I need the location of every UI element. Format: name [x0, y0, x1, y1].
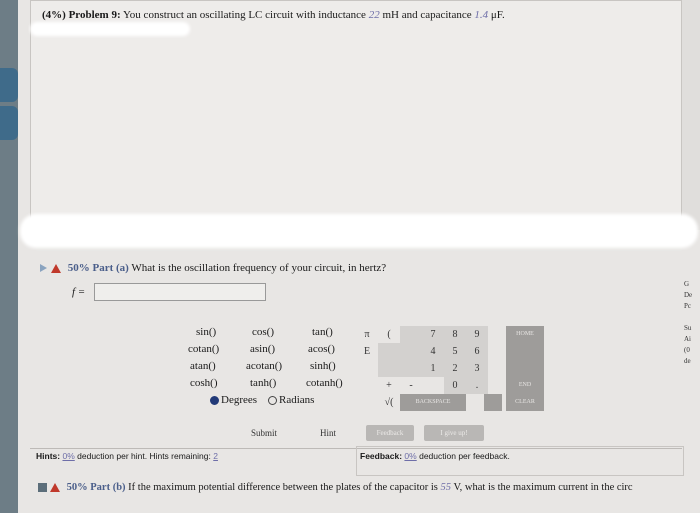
edge-tab [0, 68, 18, 102]
right-side-text: De [684, 291, 693, 299]
redaction [20, 214, 698, 248]
hints-text: deduction per hint. Hints remaining: [77, 451, 211, 461]
hints-info: Hints: 0% deduction per hint. Hints rema… [36, 451, 218, 461]
blank-key[interactable] [378, 360, 400, 377]
digit-1-key[interactable]: 1 [422, 360, 444, 377]
backspace-key[interactable]: BACKSPACE [400, 394, 466, 411]
radians-option[interactable]: Radians [268, 394, 314, 406]
minus-key[interactable]: - [400, 377, 422, 394]
right-side-panel: G De Pc Su Ai (0 de [684, 280, 700, 368]
feedback-percent[interactable]: 0% [404, 451, 416, 461]
answer-label: f = [72, 286, 86, 298]
part-a-question: What is the oscillation frequency of you… [131, 262, 387, 274]
digit-6-key[interactable]: 6 [466, 343, 488, 360]
part-a-percent: 50% Part (a) [67, 262, 129, 274]
edge-tab [0, 106, 18, 140]
radians-label: Radians [279, 394, 315, 406]
sinh-button[interactable]: sinh() [310, 360, 336, 372]
degrees-label: Degrees [221, 394, 258, 406]
feedback-button[interactable]: Feedback [366, 425, 414, 441]
problem-statement: (4%) Problem 9: You construct an oscilla… [42, 9, 505, 21]
blank-key[interactable] [506, 360, 544, 377]
radio-checked-icon[interactable] [210, 395, 219, 405]
blank-key[interactable] [400, 343, 422, 360]
right-side-text: Ai [684, 335, 691, 343]
capacitance-value: 1.4 [474, 9, 489, 21]
calculator-keypad: sin() cos() tan() cotan() asin() acos() … [188, 322, 544, 440]
digit-8-key[interactable]: 8 [444, 326, 466, 343]
redaction [30, 22, 190, 36]
problem-text-2: mH and capacitance [382, 9, 472, 21]
blank-key[interactable] [400, 360, 422, 377]
hints-label: Hints: [36, 451, 61, 461]
e-key[interactable]: E [356, 343, 378, 360]
blank-key[interactable] [484, 394, 502, 411]
part-b-text-2: V, what is the maximum current in the ci… [453, 482, 633, 493]
right-side-text: Pc [684, 302, 691, 310]
cotan-button[interactable]: cotan() [188, 343, 219, 355]
part-a-header: 50% Part (a) What is the oscillation fre… [40, 262, 386, 274]
feedback-info: Feedback: 0% deduction per feedback. [360, 451, 510, 461]
problem-number: (4%) Problem 9: [42, 9, 121, 21]
play-icon[interactable] [40, 264, 47, 273]
acotan-button[interactable]: acotan() [246, 360, 282, 372]
pi-key[interactable]: π [356, 326, 378, 343]
voltage-value: 55 [440, 482, 452, 493]
warning-icon [51, 263, 61, 273]
part-b-percent: 50% Part (b) [66, 482, 126, 493]
checkbox-icon[interactable] [38, 483, 47, 493]
digit-3-key[interactable]: 3 [466, 360, 488, 377]
blank-key[interactable] [400, 326, 422, 343]
inductance-value: 22 [368, 9, 380, 21]
asin-button[interactable]: asin() [250, 343, 275, 355]
right-side-text: G [684, 280, 690, 288]
right-side-text: de [684, 357, 691, 365]
tanh-button[interactable]: tanh() [250, 377, 276, 389]
hints-percent[interactable]: 0% [62, 451, 74, 461]
open-paren-key[interactable]: ( [378, 326, 400, 343]
part-b-header[interactable]: 50% Part (b) If the maximum potential di… [38, 482, 633, 493]
cotanh-button[interactable]: cotanh() [306, 377, 343, 389]
hints-remaining[interactable]: 2 [213, 451, 218, 461]
right-side-text: (0 [684, 346, 690, 354]
digit-2-key[interactable]: 2 [444, 360, 466, 377]
tan-button[interactable]: tan() [312, 326, 333, 338]
clear-key[interactable]: CLEAR [506, 394, 544, 411]
home-key[interactable]: HOME [506, 326, 544, 343]
cosh-button[interactable]: cosh() [190, 377, 218, 389]
answer-input[interactable] [94, 283, 266, 301]
digit-9-key[interactable]: 9 [466, 326, 488, 343]
sqrt-key[interactable]: √( [378, 394, 400, 411]
digit-7-key[interactable]: 7 [422, 326, 444, 343]
degrees-option[interactable]: Degrees [210, 394, 257, 406]
capacitance-unit: μF. [490, 9, 505, 21]
blank-key[interactable] [378, 343, 400, 360]
right-side-text: Su [684, 324, 692, 332]
atan-button[interactable]: atan() [190, 360, 216, 372]
hint-button[interactable]: Hint [308, 425, 348, 441]
part-b-text-1: If the maximum potential difference betw… [128, 482, 438, 493]
right-strip [682, 0, 700, 230]
decimal-key[interactable]: . [466, 377, 488, 394]
end-key[interactable]: END [506, 377, 544, 394]
feedback-text: deduction per feedback. [419, 451, 510, 461]
acos-button[interactable]: acos() [308, 343, 335, 355]
digit-5-key[interactable]: 5 [444, 343, 466, 360]
sin-button[interactable]: sin() [196, 326, 216, 338]
give-up-button[interactable]: I give up! [424, 425, 484, 441]
warning-icon [50, 483, 60, 493]
plus-key[interactable]: + [378, 377, 400, 394]
problem-text-1: You construct an oscillating LC circuit … [122, 9, 366, 21]
digit-4-key[interactable]: 4 [422, 343, 444, 360]
cos-button[interactable]: cos() [252, 326, 274, 338]
feedback-label: Feedback: [360, 451, 403, 461]
digit-0-key[interactable]: 0 [444, 377, 466, 394]
submit-button[interactable]: Submit [240, 425, 288, 441]
blank-key[interactable] [506, 343, 544, 360]
radio-unchecked-icon[interactable] [268, 395, 277, 405]
